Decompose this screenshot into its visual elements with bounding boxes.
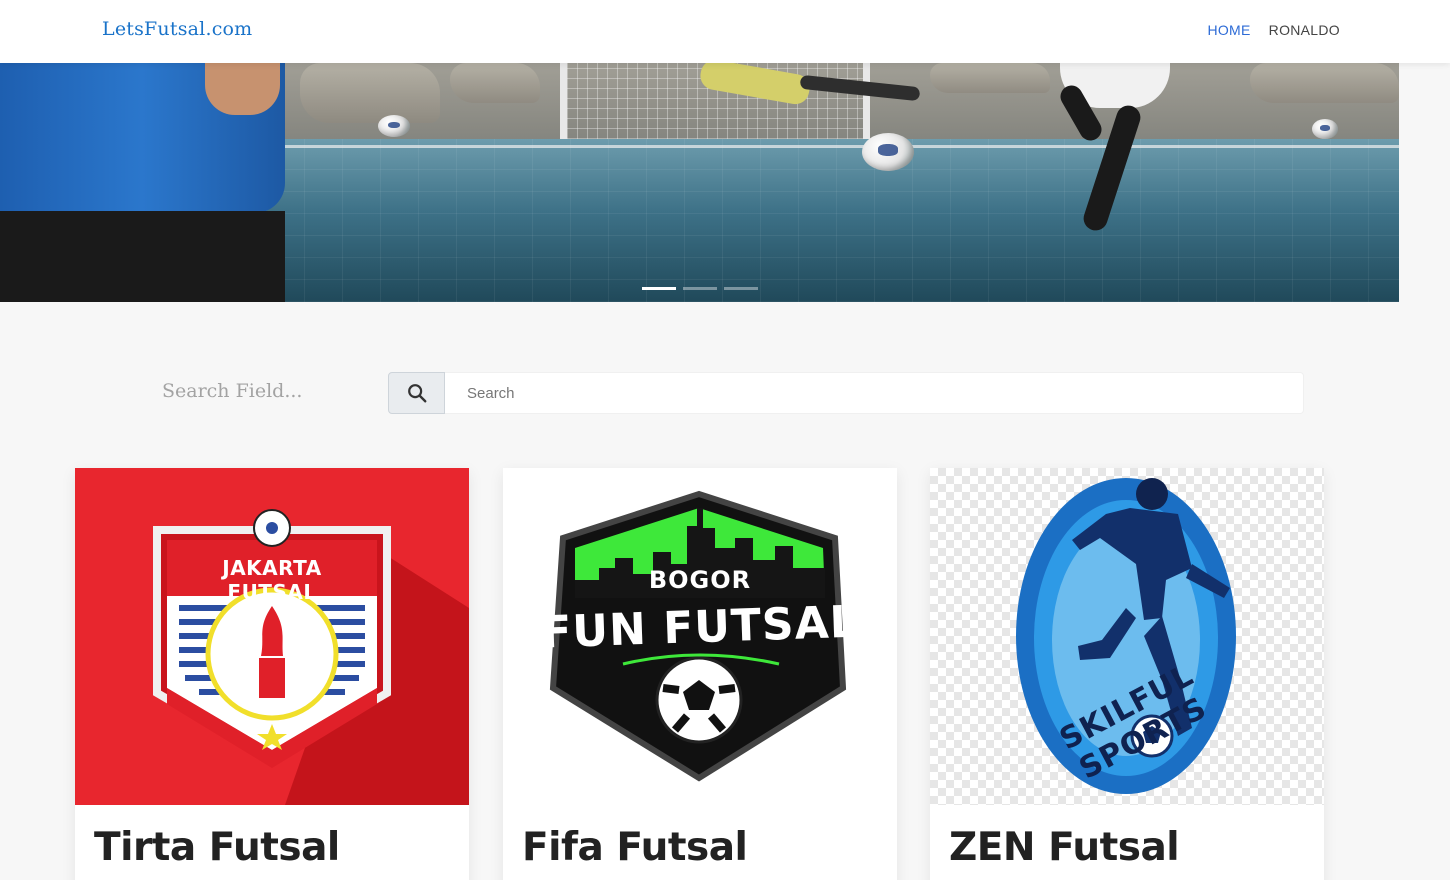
brand-link[interactable]: LetsFutsal.com <box>102 18 252 40</box>
carousel-indicator-1[interactable] <box>642 287 676 290</box>
hero-rubble <box>450 63 540 103</box>
hero-ball-icon <box>862 133 914 171</box>
search-button[interactable] <box>388 372 445 414</box>
hero-rubble <box>300 63 440 123</box>
jakarta-futsal-logo <box>153 509 469 805</box>
card-title[interactable]: Fifa Futsal <box>522 825 748 870</box>
hero-rubble <box>1250 63 1399 103</box>
futsal-card[interactable]: SKILFUL SPORTS ZEN Futsal <box>930 468 1324 880</box>
carousel-indicator-2[interactable] <box>683 287 717 290</box>
carousel-indicators <box>642 287 758 290</box>
search-input[interactable] <box>445 372 1304 414</box>
nav-link-home[interactable]: HOME <box>1207 22 1250 38</box>
card-title[interactable]: Tirta Futsal <box>94 825 340 870</box>
nav-link-ronaldo[interactable]: RONALDO <box>1269 22 1340 38</box>
search-icon <box>407 384 426 403</box>
search-group <box>388 372 1304 414</box>
carousel-indicator-3[interactable] <box>724 287 758 290</box>
hero-rubble <box>930 63 1050 93</box>
jakarta-logo-text: JAKARTA FUTSAL <box>222 556 322 604</box>
card-logo-jakarta: JAKARTA FUTSAL <box>75 468 469 805</box>
hero-ball-icon <box>1312 119 1338 139</box>
bogor-logo-subtext: BOGOR <box>648 566 752 594</box>
card-logo-skilful: SKILFUL SPORTS <box>930 468 1324 805</box>
card-title[interactable]: ZEN Futsal <box>949 825 1180 870</box>
card-logo-bogor: BOGOR FUN FUTSAL <box>503 468 897 805</box>
hero-ball-icon <box>378 115 410 137</box>
hero-carousel <box>0 63 1399 302</box>
navbar: LetsFutsal.com HOME RONALDO <box>0 0 1450 63</box>
main-nav: HOME RONALDO <box>1189 22 1340 38</box>
hero-goalkeeper <box>698 63 921 107</box>
futsal-card[interactable]: BOGOR FUN FUTSAL Fifa Futsal <box>503 468 897 880</box>
futsal-card[interactable]: JAKARTA FUTSAL Tirta Futsal <box>75 468 469 880</box>
hero-player <box>0 63 285 302</box>
search-label: Search Field... <box>162 380 303 402</box>
hero-kicker <box>1040 63 1200 302</box>
